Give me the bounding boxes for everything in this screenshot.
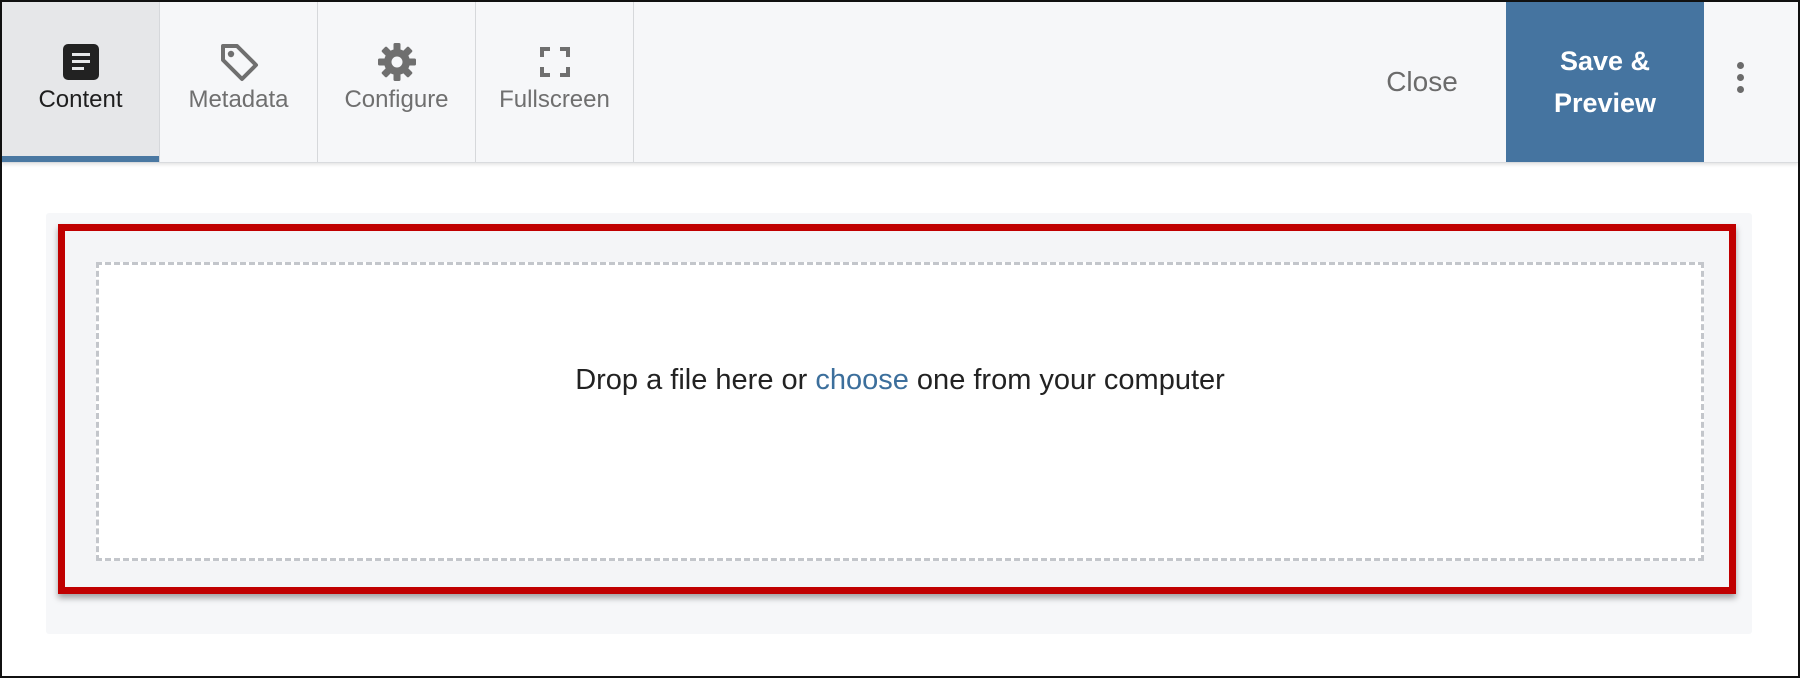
tab-fullscreen[interactable]: Fullscreen bbox=[476, 2, 634, 162]
gear-icon bbox=[377, 43, 416, 81]
dropzone-text-after: one from your computer bbox=[908, 364, 1225, 396]
document-icon bbox=[62, 44, 99, 80]
fullscreen-icon bbox=[539, 47, 570, 77]
file-dropzone[interactable] bbox=[96, 262, 1704, 561]
save-button-line1: Save & bbox=[1559, 46, 1651, 76]
editor-toolbar: Content Metadata Configure Fullscreen Cl… bbox=[2, 2, 1798, 163]
tag-icon bbox=[220, 44, 258, 81]
dropzone-instructions: Drop a file here or choose one from your… bbox=[2, 364, 1798, 397]
dropzone-text-before: Drop a file here or bbox=[575, 364, 816, 396]
tab-metadata[interactable]: Metadata bbox=[160, 2, 318, 162]
tab-content[interactable]: Content bbox=[2, 2, 160, 162]
tab-label: Metadata bbox=[188, 86, 289, 113]
close-button[interactable]: Close bbox=[1362, 2, 1482, 162]
more-vertical-icon[interactable] bbox=[1727, 62, 1753, 102]
tab-label: Content bbox=[38, 86, 123, 113]
tab-configure[interactable]: Configure bbox=[318, 2, 476, 162]
editor-window: Content Metadata Configure Fullscreen Cl… bbox=[0, 0, 1800, 678]
save-preview-button[interactable]: Save & Preview bbox=[1506, 2, 1704, 162]
save-button-line2: Preview bbox=[1553, 88, 1657, 118]
choose-file-link[interactable]: choose bbox=[815, 364, 909, 396]
tab-label: Configure bbox=[344, 86, 449, 113]
tab-label: Fullscreen bbox=[499, 86, 610, 113]
